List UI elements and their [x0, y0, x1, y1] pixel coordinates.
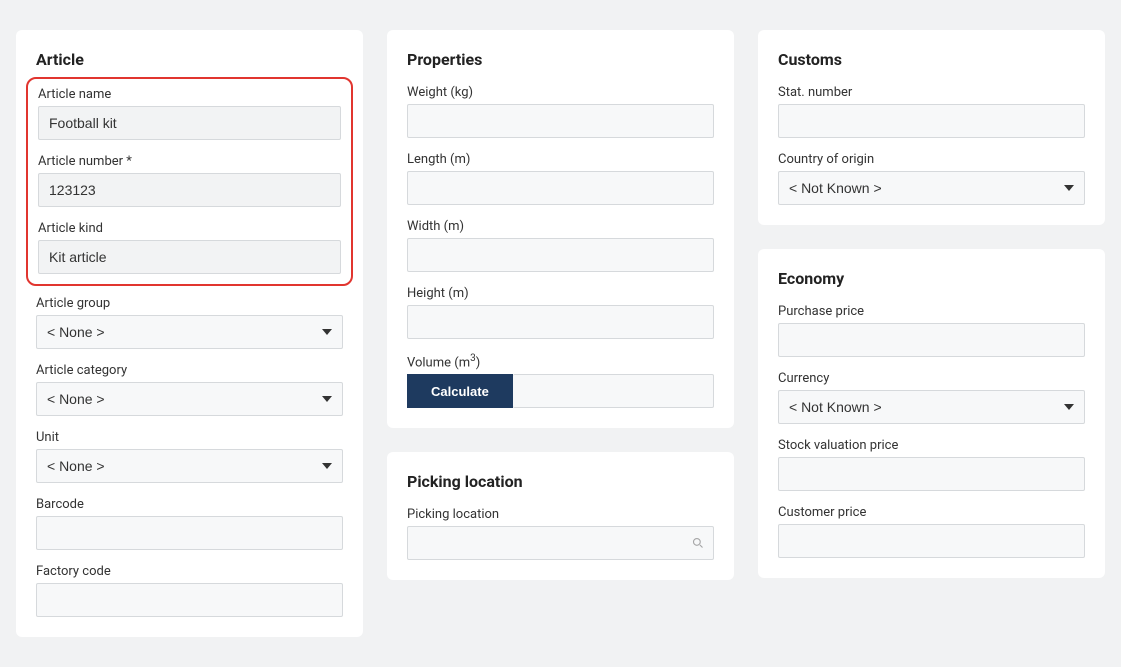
article-name-label: Article name [38, 87, 341, 102]
article-category-label: Article category [36, 363, 343, 378]
currency-select[interactable]: < Not Known > [778, 390, 1085, 424]
stat-number-label: Stat. number [778, 85, 1085, 100]
article-barcode-label: Barcode [36, 497, 343, 512]
article-heading: Article [36, 50, 343, 69]
height-input[interactable] [407, 305, 714, 339]
picking-card: Picking location Picking location [387, 452, 734, 580]
volume-input[interactable] [513, 374, 714, 408]
properties-heading: Properties [407, 50, 714, 69]
properties-card: Properties Weight (kg) Length (m) Width … [387, 30, 734, 428]
height-label: Height (m) [407, 286, 714, 301]
width-label: Width (m) [407, 219, 714, 234]
stock-valuation-input[interactable] [778, 457, 1085, 491]
weight-input[interactable] [407, 104, 714, 138]
article-kind-label: Article kind [38, 221, 341, 236]
customs-heading: Customs [778, 50, 1085, 69]
article-unit-label: Unit [36, 430, 343, 445]
length-label: Length (m) [407, 152, 714, 167]
country-origin-label: Country of origin [778, 152, 1085, 167]
article-barcode-input[interactable] [36, 516, 343, 550]
stat-number-input[interactable] [778, 104, 1085, 138]
economy-heading: Economy [778, 269, 1085, 288]
article-kind-select[interactable]: Kit article [38, 240, 341, 274]
purchase-price-input[interactable] [778, 323, 1085, 357]
picking-heading: Picking location [407, 472, 714, 491]
customs-card: Customs Stat. number Country of origin <… [758, 30, 1105, 225]
volume-label: Volume (m3) [407, 353, 714, 370]
article-name-input[interactable] [38, 106, 341, 140]
picking-location-input[interactable] [407, 526, 714, 560]
stock-valuation-label: Stock valuation price [778, 438, 1085, 453]
economy-card: Economy Purchase price Currency < Not Kn… [758, 249, 1105, 578]
article-number-label: Article number * [38, 154, 341, 169]
article-factory-input[interactable] [36, 583, 343, 617]
article-group-label: Article group [36, 296, 343, 311]
weight-label: Weight (kg) [407, 85, 714, 100]
article-highlight-box: Article name Article number * Article ki… [26, 77, 353, 286]
customer-price-label: Customer price [778, 505, 1085, 520]
picking-location-label: Picking location [407, 507, 714, 522]
article-card: Article Article name Article number * Ar… [16, 30, 363, 637]
calculate-button[interactable]: Calculate [407, 374, 513, 408]
article-group-select[interactable]: < None > [36, 315, 343, 349]
purchase-price-label: Purchase price [778, 304, 1085, 319]
article-category-select[interactable]: < None > [36, 382, 343, 416]
article-unit-select[interactable]: < None > [36, 449, 343, 483]
article-factory-label: Factory code [36, 564, 343, 579]
currency-label: Currency [778, 371, 1085, 386]
length-input[interactable] [407, 171, 714, 205]
article-number-input[interactable] [38, 173, 341, 207]
country-origin-select[interactable]: < Not Known > [778, 171, 1085, 205]
width-input[interactable] [407, 238, 714, 272]
